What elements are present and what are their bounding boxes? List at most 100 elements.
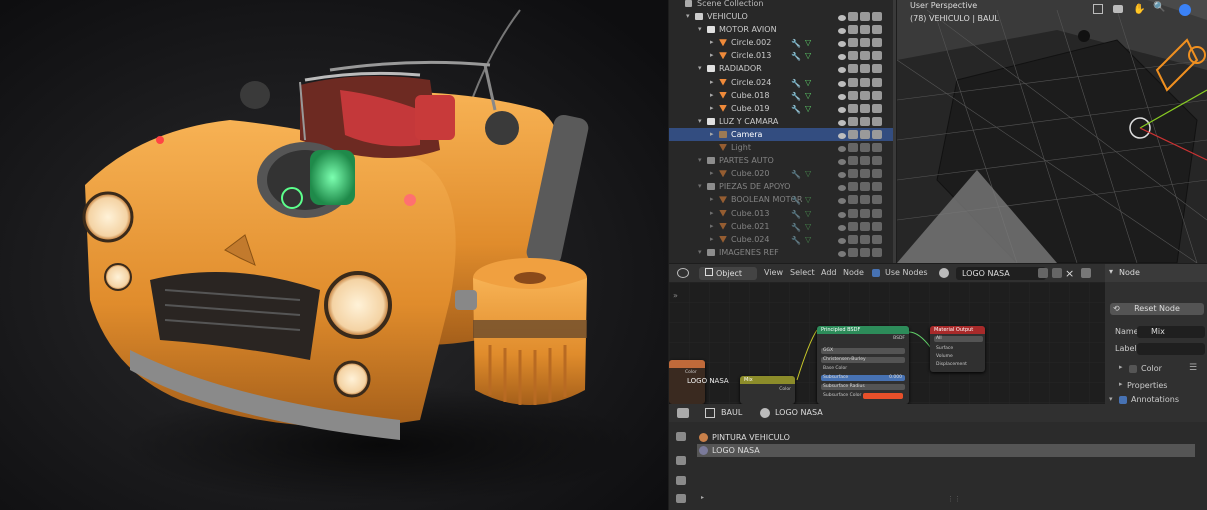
outliner-item[interactable]: ▸ Cube.019 🔧 ▽	[669, 102, 896, 115]
axis-gizmo-icon[interactable]	[1179, 4, 1191, 16]
zoom-icon[interactable]: 🔍	[1153, 2, 1165, 13]
duplicate-material-icon[interactable]	[1052, 268, 1062, 278]
select-icon[interactable]	[848, 156, 858, 166]
viewport-3d[interactable]: User Perspective (78) VEHICULO | BAUL ✋ …	[897, 0, 1207, 263]
node-label-field[interactable]	[1137, 343, 1205, 355]
eye-icon[interactable]	[838, 224, 846, 231]
camera-render-icon[interactable]	[872, 12, 882, 21]
chevron-right-icon[interactable]: ▸	[710, 49, 714, 62]
monitor-icon[interactable]	[860, 25, 870, 35]
select-icon[interactable]	[848, 25, 858, 35]
render-tab-icon[interactable]	[676, 456, 686, 465]
monitor-icon[interactable]	[860, 143, 870, 152]
chevron-right-icon[interactable]: ▸	[710, 193, 714, 206]
menu-add[interactable]: Add	[821, 264, 837, 282]
output-tab-icon[interactable]	[676, 476, 686, 485]
select-icon[interactable]	[848, 90, 858, 100]
chevron-right-icon[interactable]: ▸	[710, 207, 714, 220]
unlink-material-icon[interactable]: ×	[1065, 265, 1074, 283]
outliner-item[interactable]: ▸ Cube.021 🔧 ▽	[669, 220, 896, 233]
object-mode-dropdown[interactable]: Object	[699, 267, 757, 280]
monitor-icon[interactable]	[860, 234, 870, 244]
chevron-right-icon[interactable]: ▸	[710, 36, 714, 49]
camera-render-icon[interactable]	[872, 103, 882, 113]
eye-icon[interactable]	[838, 119, 846, 126]
eye-icon[interactable]	[838, 172, 846, 179]
outliner-item[interactable]: ▾ PIEZAS DE APOYO	[669, 180, 896, 193]
list-icon[interactable]: ☰	[1189, 363, 1197, 373]
camera-view-icon[interactable]	[1113, 5, 1123, 13]
eye-icon[interactable]	[838, 237, 846, 244]
select-icon[interactable]	[848, 143, 858, 152]
menu-node[interactable]: Node	[843, 264, 864, 282]
chevron-right-icon[interactable]: ▸	[710, 89, 714, 102]
subsurface-method-dropdown[interactable]: Christensen-Burley	[821, 357, 905, 363]
fake-user-icon[interactable]	[1038, 268, 1048, 278]
eye-icon[interactable]	[838, 132, 846, 139]
editor-type-icon[interactable]	[677, 268, 689, 278]
outliner-item[interactable]: ▸ Cube.013 🔧 ▽	[669, 207, 896, 220]
chevron-down-icon[interactable]: ▾	[698, 246, 702, 259]
eye-icon[interactable]	[838, 67, 846, 74]
monitor-icon[interactable]	[860, 38, 870, 48]
resize-grip[interactable]: ⋮⋮	[947, 495, 961, 503]
monitor-icon[interactable]	[860, 221, 870, 231]
eye-icon[interactable]	[838, 185, 846, 192]
monitor-icon[interactable]	[860, 208, 870, 218]
outliner-item[interactable]: ▸ BOOLEAN MOTOR 🔧 ▽	[669, 193, 896, 206]
monitor-icon[interactable]	[860, 77, 870, 87]
chevron-down-icon[interactable]: ▾	[698, 180, 702, 193]
select-icon[interactable]	[848, 64, 858, 74]
eye-icon[interactable]	[838, 54, 846, 61]
properties-editor-icon[interactable]	[677, 408, 689, 418]
menu-view[interactable]: View	[764, 264, 783, 282]
outliner-item[interactable]: ▾ PARTES AUTO	[669, 154, 896, 167]
subsurface-slider[interactable]: Subsurface 0.000	[821, 375, 905, 381]
monitor-icon[interactable]	[860, 116, 870, 126]
chevron-right-icon[interactable]: ▸	[710, 102, 714, 115]
outliner-item[interactable]: ▾ IMAGENES REF	[669, 246, 896, 259]
select-icon[interactable]	[848, 247, 858, 257]
camera-render-icon[interactable]	[872, 90, 882, 100]
camera-render-icon[interactable]	[872, 116, 882, 126]
distribution-dropdown[interactable]: GGX	[821, 348, 905, 354]
eye-icon[interactable]	[838, 41, 846, 48]
select-icon[interactable]	[848, 51, 858, 61]
select-icon[interactable]	[848, 116, 858, 126]
outliner-item[interactable]: ▸ Circle.013 🔧 ▽	[669, 49, 896, 62]
chevron-right-icon[interactable]: ▸	[1119, 380, 1123, 388]
material-output-node[interactable]: Material Output All Surface Volume Displ…	[930, 326, 985, 372]
camera-render-icon[interactable]	[872, 51, 882, 61]
view-layer-tab-icon[interactable]	[676, 494, 686, 503]
outliner-item[interactable]: ▾ MOTOR AVION	[669, 23, 896, 36]
monitor-icon[interactable]	[860, 169, 870, 179]
eye-icon[interactable]	[838, 146, 846, 152]
eye-icon[interactable]	[838, 28, 846, 35]
select-icon[interactable]	[848, 77, 858, 87]
chevron-right-icon[interactable]: ▸	[1119, 363, 1123, 371]
outliner-item[interactable]: ▾ LUZ Y CAMARA	[669, 115, 896, 128]
chevron-down-icon[interactable]: ▾	[686, 10, 690, 23]
select-icon[interactable]	[848, 182, 858, 192]
annotations-checkbox[interactable]	[1119, 396, 1127, 404]
select-icon[interactable]	[848, 38, 858, 48]
node-name-field[interactable]: Mix	[1137, 326, 1205, 338]
camera-render-icon[interactable]	[872, 182, 882, 192]
shader-node-editor[interactable]: Object View Select Add Node Use Nodes LO…	[669, 264, 1105, 404]
principled-bsdf-node[interactable]: Principled BSDF BSDF GGX Christensen-Bur…	[817, 326, 909, 404]
expand-triangle-icon[interactable]: ▸	[701, 494, 704, 501]
camera-render-icon[interactable]	[872, 25, 882, 35]
eye-icon[interactable]	[838, 250, 846, 257]
camera-render-icon[interactable]	[872, 221, 882, 231]
chevron-down-icon[interactable]: ▾	[698, 154, 702, 167]
outliner-item[interactable]: ▸ Circle.024 🔧 ▽	[669, 76, 896, 89]
chevron-down-icon[interactable]: ▾	[698, 62, 702, 75]
use-nodes-checkbox[interactable]	[872, 269, 880, 277]
chevron-down-icon[interactable]: ▾	[698, 115, 702, 128]
color-checkbox[interactable]	[1129, 365, 1137, 373]
eye-icon[interactable]	[838, 93, 846, 100]
monitor-icon[interactable]	[860, 195, 870, 205]
eye-icon[interactable]	[838, 198, 846, 205]
chevron-right-icon[interactable]: ▸	[710, 76, 714, 89]
material-slot[interactable]: LOGO NASA	[697, 444, 1195, 457]
